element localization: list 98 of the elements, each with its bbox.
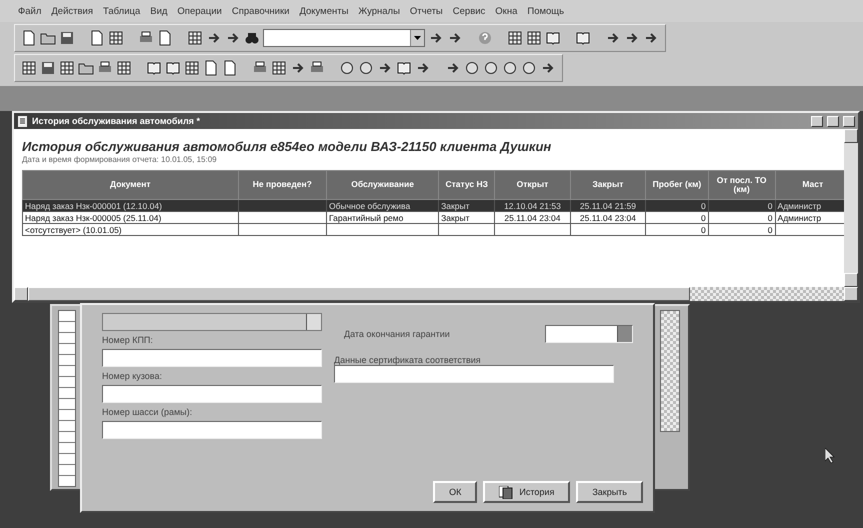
binoculars-icon[interactable] <box>244 30 260 46</box>
grid-icon[interactable] <box>116 60 132 76</box>
column-header[interactable]: Документ <box>22 170 238 200</box>
table-cell: 0 <box>700 200 706 210</box>
field-label: Номер кузова: <box>102 371 163 381</box>
document-icon[interactable] <box>89 30 105 46</box>
grid-icon[interactable] <box>108 30 124 46</box>
search-combo-field[interactable] <box>263 29 425 47</box>
table-cell: Гарантийный ремо <box>329 212 404 222</box>
table-cell: 0 <box>768 212 773 222</box>
circle-icon[interactable] <box>521 60 537 76</box>
column-header[interactable]: Маст <box>775 170 844 200</box>
document-icon[interactable] <box>157 30 173 46</box>
field-label: Данные сертификата соответствия <box>334 355 482 365</box>
column-header[interactable]: Обслуживание <box>326 170 439 200</box>
menu-item[interactable]: Действия <box>47 6 97 20</box>
grid-icon[interactable] <box>507 30 523 46</box>
circle-icon[interactable] <box>339 60 355 76</box>
table-cell: Наряд заказ Нзк-000005 (25.11.04) <box>25 212 162 222</box>
field-label: Дата окончания гарантии <box>344 329 451 339</box>
table-cell: 12.10.04 21:53 <box>504 200 561 210</box>
book-icon[interactable] <box>575 30 591 46</box>
document-icon[interactable] <box>203 60 219 76</box>
grid-icon[interactable] <box>59 60 75 76</box>
grid-icon[interactable] <box>187 30 203 46</box>
report-heading: История обслуживания автомобиля е854ео модели ВАЗ-21150 клиента Душкин <box>22 139 552 154</box>
window-title: История обслуживания автомобиля * <box>32 116 201 126</box>
table-cell: 0 <box>700 224 706 234</box>
column-header[interactable]: От посл. ТО (км) <box>708 170 776 200</box>
dialog-button[interactable]: ОК <box>433 481 478 503</box>
book-icon[interactable] <box>396 60 412 76</box>
grid-icon[interactable] <box>271 60 287 76</box>
document-icon[interactable] <box>222 60 238 76</box>
menu-item[interactable]: Операции <box>173 6 226 20</box>
field-label: Номер шасси (рамы): <box>102 407 194 417</box>
minimize-button[interactable] <box>811 116 823 126</box>
table-cell: Закрыт <box>441 212 470 222</box>
dialog-button[interactable]: История <box>483 481 570 503</box>
vertical-scrollbar[interactable] <box>844 129 858 287</box>
book-icon[interactable] <box>545 30 561 46</box>
menu-item[interactable]: Файл <box>14 6 46 20</box>
menu-item[interactable]: Журналы <box>354 6 404 20</box>
table-cell: Администр <box>778 200 822 210</box>
report-subtitle: Дата и время формирования отчета: 10.01.05, 15:09 <box>22 155 218 164</box>
close-button[interactable] <box>843 116 855 126</box>
document-icon[interactable] <box>21 30 37 46</box>
table-cell: <отсутствует> (10.01.05) <box>25 224 122 234</box>
table-cell: Администр <box>778 212 822 222</box>
grid-icon[interactable] <box>184 60 200 76</box>
table-cell: 25.11.04 23:04 <box>504 212 560 222</box>
dialog-button[interactable]: Закрыть <box>576 481 643 503</box>
table-cell: Наряд заказ Нзк-000001 (12.10.04) <box>25 200 162 210</box>
documents-icon <box>499 486 514 498</box>
column-header[interactable]: Пробег (км) <box>646 170 708 200</box>
menu-item[interactable]: Вид <box>146 6 172 20</box>
table-row[interactable]: Наряд заказ Нзк-000005 (25.11.04) Гарантийный ремо Закрыт 25.11.04 23:04 25.11.04 23:04 0 0 Администр <box>22 212 844 224</box>
column-header[interactable]: Закрыт <box>570 170 646 200</box>
table-cell: 25.11.04 21:59 <box>580 200 636 210</box>
column-header[interactable]: Открыт <box>494 170 570 200</box>
menu-item[interactable]: Документы <box>295 6 352 20</box>
maximize-button[interactable] <box>827 116 839 126</box>
input-field[interactable] <box>334 365 614 383</box>
circle-icon[interactable] <box>464 60 480 76</box>
table-cell: 0 <box>768 224 773 234</box>
vertical-scrollbar[interactable] <box>660 310 680 432</box>
table-cell: 25.11.04 23:04 <box>580 212 636 222</box>
table-cell: 0 <box>768 200 773 210</box>
table-cell: Закрыт <box>441 200 470 210</box>
document-icon <box>17 116 28 126</box>
column-header[interactable]: Не проведен? <box>238 170 327 200</box>
menu-item[interactable]: Отчеты <box>406 6 447 20</box>
menu-item[interactable]: Помощь <box>523 6 568 20</box>
column-header[interactable]: Статус НЗ <box>438 170 495 200</box>
horizontal-scrollbar[interactable] <box>14 287 858 301</box>
book-icon[interactable] <box>146 60 162 76</box>
pointer-icon <box>825 448 835 463</box>
field-label: Номер КПП: <box>102 335 154 345</box>
combo-field[interactable] <box>102 313 322 331</box>
book-icon[interactable] <box>165 60 181 76</box>
table-cell: 0 <box>700 212 706 222</box>
table-row[interactable]: Наряд заказ Нзк-000001 (12.10.04) Обычное обслужива Закрыт 12.10.04 21:53 25.11.04 21:59 0 0 Администр <box>22 200 844 212</box>
grid-icon[interactable] <box>21 60 37 76</box>
menu-item[interactable]: Окна <box>491 6 522 20</box>
circle-icon[interactable] <box>358 60 374 76</box>
input-field[interactable] <box>102 421 322 439</box>
menu-item[interactable]: Таблица <box>98 6 144 20</box>
table-row[interactable]: <отсутствует> (10.01.05) 0 0 <box>22 224 844 236</box>
grid-icon[interactable] <box>526 30 542 46</box>
menu-item[interactable]: Сервис <box>448 6 490 20</box>
circle-icon[interactable] <box>502 60 518 76</box>
dropdown-arrow-icon[interactable] <box>414 36 421 40</box>
input-field[interactable] <box>102 385 322 403</box>
help-icon[interactable] <box>477 30 493 46</box>
input-field[interactable] <box>102 349 322 367</box>
menu-item[interactable]: Справочники <box>228 6 294 20</box>
table-cell: Обычное обслужива <box>329 200 410 210</box>
date-field[interactable] <box>545 325 633 343</box>
circle-icon[interactable] <box>483 60 499 76</box>
